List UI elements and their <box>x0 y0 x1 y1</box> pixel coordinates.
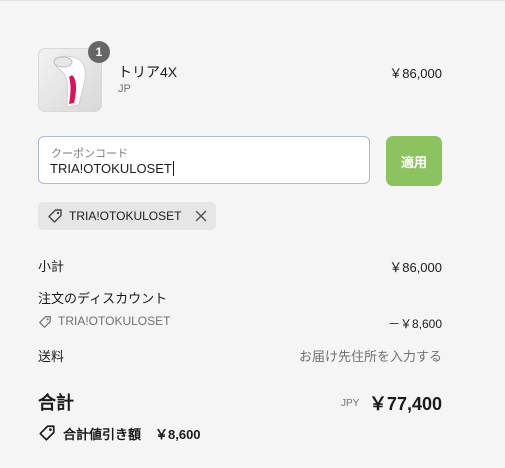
applied-discount-code: TRIA!OTOKULOSET <box>69 209 182 223</box>
shipping-label: 送料 <box>38 349 65 364</box>
total-label: 合計 <box>38 393 74 413</box>
product-price: ￥86,000 <box>389 66 442 81</box>
order-discount-label: 注文のディスカウント <box>38 291 168 306</box>
total-savings-label: 合計値引き額 <box>63 427 142 442</box>
applied-discount-tag: TRIA!OTOKULOSET <box>38 202 216 230</box>
text-caret <box>172 161 174 176</box>
order-discount-value: －￥8,600 <box>387 317 442 331</box>
quantity-badge: 1 <box>88 41 110 63</box>
product-thumbnail: 1 <box>38 41 110 112</box>
subtotal-value: ￥86,000 <box>389 260 442 275</box>
apply-coupon-button[interactable]: 適用 <box>386 136 442 186</box>
coupon-code-value: TRIA!OTOKULOSET <box>50 161 172 176</box>
tag-icon <box>39 425 55 441</box>
coupon-code-label: クーポンコード <box>51 148 128 160</box>
total-savings-amount: ￥8,600 <box>155 427 201 442</box>
subtotal-label: 小計 <box>38 259 65 274</box>
total-amount: ￥77,400 <box>368 394 442 414</box>
tag-icon <box>39 316 51 328</box>
coupon-code-field[interactable]: クーポンコード TRIA!OTOKULOSET <box>38 136 370 184</box>
line-item: 1 トリア4X JP ￥86,000 <box>38 41 442 112</box>
product-variant: JP <box>118 83 131 95</box>
product-name: トリア4X <box>118 64 178 80</box>
shipping-value: お届け先住所を入力する <box>298 349 442 364</box>
order-discount-code-text: TRIA!OTOKULOSET <box>58 314 171 328</box>
tag-icon <box>48 209 62 223</box>
top-divider <box>0 0 505 1</box>
close-icon[interactable] <box>195 210 207 222</box>
coupon-code-input[interactable]: TRIA!OTOKULOSET <box>50 161 174 176</box>
total-currency: JPY <box>341 398 360 409</box>
